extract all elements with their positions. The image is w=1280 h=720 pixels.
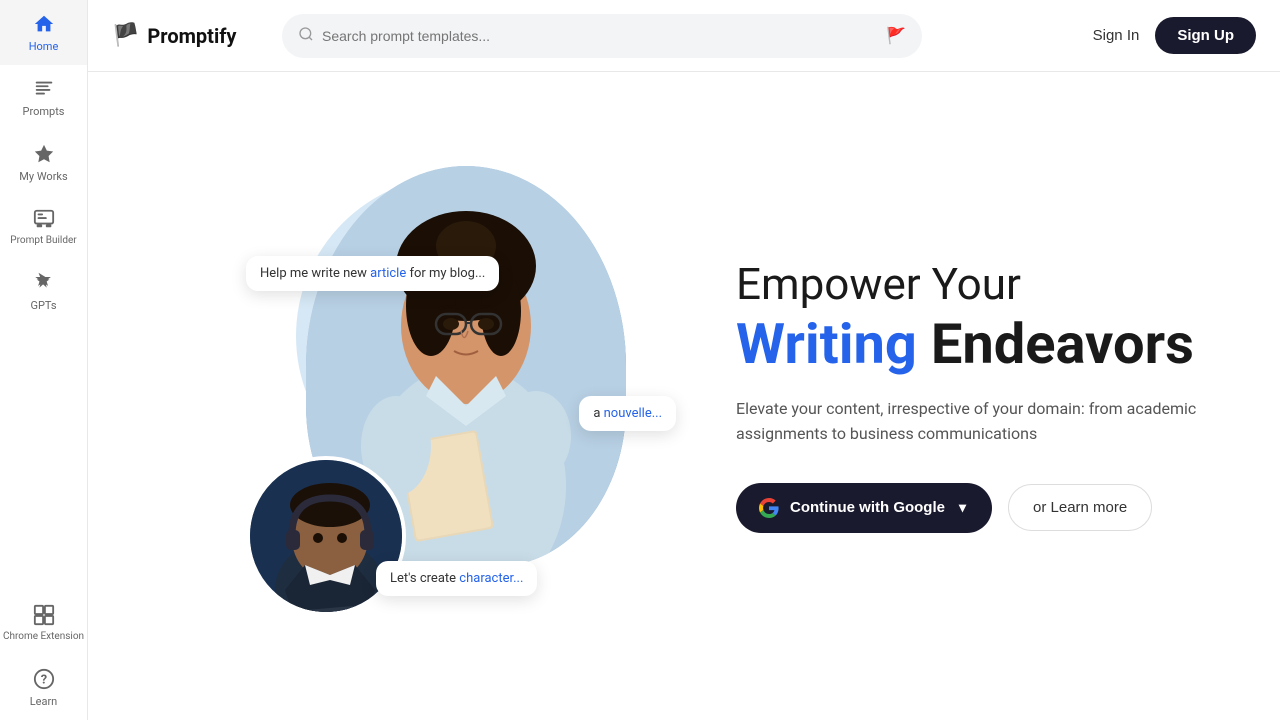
learn-icon: ? <box>32 667 56 691</box>
sidebar-item-learn[interactable]: ? Learn <box>0 655 87 720</box>
bubble3-text: Let's create <box>390 571 459 586</box>
sidebar-learn-label: Learn <box>30 695 58 708</box>
bubble2-link: nouvelle... <box>604 406 662 421</box>
bubble1-end: for my blog... <box>406 266 485 281</box>
search-input[interactable] <box>322 28 878 44</box>
sidebar-gpts-label: GPTs <box>30 299 56 312</box>
google-button-label: Continue with Google <box>790 499 945 516</box>
prompts-icon <box>32 77 56 101</box>
bubble2-pre: a <box>593 406 603 421</box>
svg-text:?: ? <box>40 673 46 688</box>
hero-endeavors: Endeavors <box>931 311 1194 377</box>
continue-with-google-button[interactable]: Continue with Google ▾ <box>736 483 992 533</box>
sidebar-item-gpts[interactable]: GPTs <box>0 259 87 324</box>
logo[interactable]: 🏴 Promptify <box>112 23 262 48</box>
chat-bubble-2: a nouvelle... <box>579 396 676 431</box>
dropdown-arrow: ▾ <box>955 499 970 516</box>
home-icon <box>32 12 56 36</box>
hero-line2: Writing Endeavors <box>736 314 1220 376</box>
hero-actions: Continue with Google ▾ or Learn more <box>736 483 1220 533</box>
prompt-builder-icon <box>32 207 56 231</box>
chrome-extension-icon <box>32 603 56 627</box>
google-icon <box>758 497 780 519</box>
sidebar-item-prompt-builder[interactable]: Prompt Builder <box>0 195 87 259</box>
sidebar: Home Prompts My Works Prompt Builder GPT… <box>0 0 88 720</box>
search-icon <box>298 26 314 46</box>
sidebar-item-chrome-extension[interactable]: Chrome Extension <box>0 591 87 655</box>
sidebar-my-works-label: My Works <box>19 170 67 183</box>
sidebar-item-prompts[interactable]: Prompts <box>0 65 87 130</box>
hero-writing: Writing <box>736 311 917 377</box>
logo-icon: 🏴 <box>112 23 139 48</box>
sidebar-item-home[interactable]: Home <box>0 0 87 65</box>
my-works-icon <box>32 142 56 166</box>
hero-text: Empower Your Writing Endeavors Elevate y… <box>696 259 1220 532</box>
sidebar-prompts-label: Prompts <box>23 105 65 118</box>
hero-line1: Empower Your <box>736 259 1220 310</box>
signin-button[interactable]: Sign In <box>1093 27 1140 44</box>
topbar: 🏴 Promptify 🚩 Sign In Sign Up <box>88 0 1280 72</box>
chat-bubble-3: Let's create character... <box>376 561 537 596</box>
sidebar-item-my-works[interactable]: My Works <box>0 130 87 195</box>
search-bar: 🚩 <box>282 14 922 58</box>
bubble1-link: article <box>370 266 406 281</box>
chat-bubble-1: Help me write new article for my blog... <box>246 256 499 291</box>
learn-more-button[interactable]: or Learn more <box>1008 484 1152 531</box>
bubble1-text: Help me write new <box>260 266 370 281</box>
hero-image-area: Help me write new article for my blog...… <box>216 146 696 646</box>
topbar-right: Sign In Sign Up <box>1093 17 1256 54</box>
sidebar-chrome-ext-label: Chrome Extension <box>3 631 84 643</box>
gpts-icon <box>32 271 56 295</box>
logo-text: Promptify <box>147 24 236 48</box>
sidebar-home-label: Home <box>29 40 59 53</box>
bubble3-link: character... <box>459 571 523 586</box>
main-content: Help me write new article for my blog...… <box>176 72 1280 720</box>
search-flag-icon: 🚩 <box>886 26 906 45</box>
sidebar-prompt-builder-label: Prompt Builder <box>10 235 76 247</box>
hero-description: Elevate your content, irrespective of yo… <box>736 396 1220 447</box>
sidebar-bottom: Chrome Extension ? Learn <box>0 591 87 720</box>
signup-button[interactable]: Sign Up <box>1155 17 1256 54</box>
